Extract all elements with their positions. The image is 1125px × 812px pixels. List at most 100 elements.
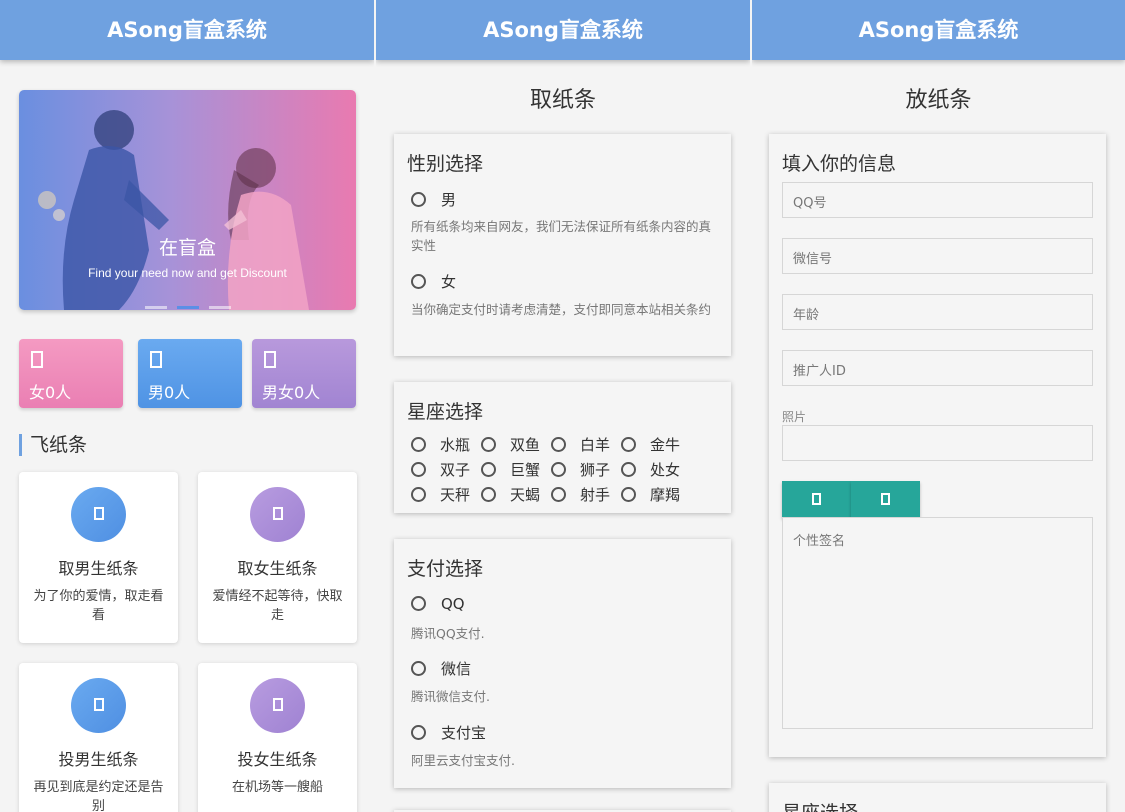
age-input[interactable]: 年龄 <box>782 294 1093 330</box>
gender-panel: 性别选择 男 所有纸条均来自网友，我们无法保证所有纸条内容的真实性 女 当你确定… <box>394 134 731 356</box>
zodiac-option[interactable]: 白羊 <box>551 434 610 455</box>
zodiac-option[interactable]: 双子 <box>411 459 470 480</box>
radio-icon[interactable] <box>411 192 426 207</box>
card-title: 投男生纸条 <box>58 750 139 769</box>
gender-option-male[interactable]: 男 <box>411 189 456 210</box>
camera-button[interactable] <box>851 481 920 518</box>
zodiac-label: 白羊 <box>580 436 611 454</box>
card-drop-male-note[interactable]: 投男生纸条 再见到底是约定还是告别 <box>19 663 178 812</box>
payment-option-qq[interactable]: QQ <box>411 595 465 613</box>
zodiac-label: 射手 <box>580 486 611 504</box>
card-title: 投女生纸条 <box>237 750 318 769</box>
zodiac-option[interactable]: 处女 <box>621 459 680 480</box>
option-label: 微信 <box>441 660 472 678</box>
zodiac-label: 巨蟹 <box>510 461 541 479</box>
radio-icon[interactable] <box>411 661 426 676</box>
section-title: 飞纸条 <box>19 434 87 456</box>
radio-icon[interactable] <box>621 487 636 502</box>
radio-icon[interactable] <box>551 462 566 477</box>
radio-icon[interactable] <box>621 462 636 477</box>
radio-icon[interactable] <box>621 437 636 452</box>
zodiac-label: 狮子 <box>580 461 611 479</box>
radio-icon[interactable] <box>551 487 566 502</box>
female-icon <box>31 351 43 368</box>
carousel-dot[interactable] <box>144 306 167 309</box>
zodiac-option[interactable]: 天蝎 <box>481 484 540 505</box>
page-title: 放纸条 <box>905 88 972 113</box>
option-label: 支付宝 <box>441 724 487 742</box>
payment-note: 腾讯微信支付. <box>411 689 490 704</box>
stat-male-label: 男0人 <box>148 383 191 402</box>
payment-option-wechat[interactable]: 微信 <box>411 658 471 679</box>
payment-note: 阿里云支付宝支付. <box>411 753 515 768</box>
zodiac-option[interactable]: 射手 <box>551 484 610 505</box>
radio-icon[interactable] <box>411 437 426 452</box>
upload-icon <box>812 493 821 505</box>
female-drop-icon <box>250 678 305 733</box>
radio-icon[interactable] <box>411 487 426 502</box>
radio-icon[interactable] <box>481 462 496 477</box>
zodiac-label: 双子 <box>440 461 471 479</box>
card-desc: 在机场等一艘船 <box>231 780 323 795</box>
card-drop-female-note[interactable]: 投女生纸条 在机场等一艘船 <box>198 663 357 812</box>
zodiac-label: 水瓶 <box>440 436 471 454</box>
stat-all: 男女0人 <box>252 339 356 408</box>
option-label: 女 <box>441 273 457 291</box>
payment-note: 腾讯QQ支付. <box>411 626 485 641</box>
camera-icon <box>881 493 890 505</box>
radio-icon[interactable] <box>411 725 426 740</box>
radio-icon[interactable] <box>411 596 426 611</box>
radio-icon[interactable] <box>481 437 496 452</box>
upload-button[interactable] <box>782 481 851 518</box>
gender-option-female[interactable]: 女 <box>411 271 456 292</box>
zodiac-option[interactable]: 摩羯 <box>621 484 680 505</box>
male-note-icon <box>71 487 126 542</box>
zodiac-title: 星座选择 <box>407 401 484 423</box>
qq-input[interactable]: QQ号 <box>782 182 1093 218</box>
zodiac-option[interactable]: 水瓶 <box>411 434 470 455</box>
radio-icon[interactable] <box>411 462 426 477</box>
card-desc: 为了你的爱情，取走看看 <box>33 589 164 623</box>
zodiac-title-2: 星座选择 <box>782 798 858 812</box>
card-take-male-note[interactable]: 取男生纸条 为了你的爱情，取走看看 <box>19 472 178 643</box>
photo-label: 照片 <box>782 410 807 424</box>
zodiac-option[interactable]: 狮子 <box>551 459 610 480</box>
zodiac-option[interactable]: 双鱼 <box>481 434 540 455</box>
payment-title: 支付选择 <box>407 558 484 580</box>
card-title: 取男生纸条 <box>58 559 139 578</box>
male-icon <box>150 351 162 368</box>
zodiac-option[interactable]: 金牛 <box>621 434 680 455</box>
carousel-dot[interactable] <box>208 306 231 309</box>
banner-title: 在盲盒 <box>158 237 216 259</box>
take-note-panel: ASong盲盒系统 取纸条 性别选择 男 所有纸条均来自网友，我们无法保证所有纸… <box>376 0 750 812</box>
promoter-id-input[interactable]: 推广人ID <box>782 350 1093 386</box>
zodiac-option[interactable]: 巨蟹 <box>481 459 540 480</box>
zodiac-panel: 星座选择 水瓶 双鱼 白羊 金牛双子 巨蟹 狮子 处女天秤 天蝎 射手 摩羯 <box>394 382 731 513</box>
zodiac-label: 处女 <box>650 461 681 479</box>
form-title: 填入你的信息 <box>782 153 897 175</box>
info-form: 填入你的信息 QQ号 微信号 年龄 推广人ID 照片 个性签名 <box>769 134 1106 757</box>
carousel-dot-active[interactable] <box>176 306 199 309</box>
zodiac-label: 天秤 <box>440 486 471 504</box>
drop-note-panel: ASong盲盒系统 放纸条 填入你的信息 QQ号 微信号 年龄 推广人ID 照片… <box>752 0 1125 812</box>
signature-textarea[interactable]: 个性签名 <box>782 517 1093 729</box>
payment-option-alipay[interactable]: 支付宝 <box>411 722 486 743</box>
home-panel: ASong盲盒系统 在盲盒 Find your need now and get… <box>0 0 374 812</box>
stat-female: 女0人 <box>19 339 123 408</box>
app-title: ASong盲盒系统 <box>376 0 750 60</box>
card-take-female-note[interactable]: 取女生纸条 爱情经不起等待，快取走 <box>198 472 357 643</box>
banner-carousel[interactable]: 在盲盒 Find your need now and get Discount <box>19 90 356 310</box>
stat-all-label: 男女0人 <box>262 383 321 402</box>
radio-icon[interactable] <box>551 437 566 452</box>
radio-icon[interactable] <box>411 274 426 289</box>
zodiac-label: 金牛 <box>650 436 681 454</box>
gender-note: 所有纸条均来自网友，我们无法保证所有纸条内容的真实性 <box>411 219 712 253</box>
photo-input[interactable] <box>782 425 1093 461</box>
radio-icon[interactable] <box>481 487 496 502</box>
card-title: 取女生纸条 <box>237 559 318 578</box>
zodiac-option[interactable]: 天秤 <box>411 484 470 505</box>
card-desc: 爱情经不起等待，快取走 <box>212 589 343 623</box>
wechat-input[interactable]: 微信号 <box>782 238 1093 274</box>
zodiac-label: 天蝎 <box>510 486 541 504</box>
carousel-indicators <box>19 294 356 310</box>
